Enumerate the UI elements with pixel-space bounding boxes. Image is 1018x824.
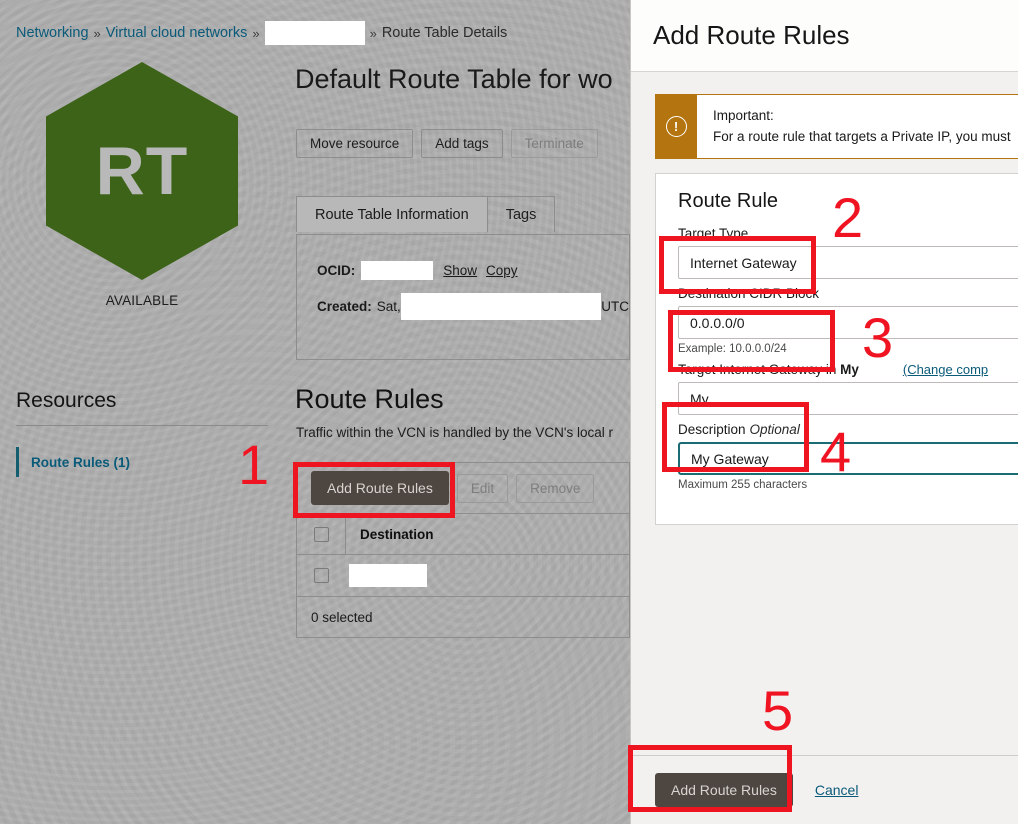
route-rule-card: Route Rule Target Type Destination CIDR … (655, 173, 1018, 525)
resources-heading: Resources (16, 389, 117, 412)
select-all-checkbox[interactable] (313, 526, 329, 542)
action-button-row: Move resource Add tags Terminate (296, 129, 598, 158)
ocid-row: OCID: Show Copy (317, 261, 629, 280)
created-value-redacted (400, 293, 602, 320)
resources-divider (16, 425, 268, 426)
destination-cidr-input[interactable] (678, 306, 1018, 339)
warning-title: Important: (713, 108, 774, 123)
warning-text-column: Important: For a route rule that targets… (697, 95, 1011, 158)
screenshot-root: Networking » Virtual cloud networks » » … (0, 0, 1018, 824)
destination-cidr-field: Destination CIDR Block Example: 10.0.0.0… (678, 286, 1018, 355)
status-badge: AVAILABLE (105, 293, 179, 308)
add-route-rules-button[interactable]: Add Route Rules (311, 471, 449, 505)
warning-icon-column: ! (655, 95, 697, 158)
exclamation-circle-icon: ! (665, 116, 687, 137)
description-optional-tag: Optional (749, 422, 800, 437)
add-route-rules-panel: Add Route Rules ! Important: For a route… (630, 0, 1018, 824)
description-input[interactable] (678, 442, 1018, 475)
description-label-text: Description (678, 422, 746, 437)
target-type-label: Target Type (678, 226, 749, 241)
route-rule-card-title: Route Rule (678, 190, 779, 212)
target-type-select[interactable] (678, 246, 1018, 279)
row-select-cell (297, 555, 346, 596)
target-gateway-field: Target Internet Gateway in My (Change co… (678, 362, 1018, 415)
breadcrumb: Networking » Virtual cloud networks » » … (16, 21, 507, 45)
breadcrumb-separator: » (252, 25, 260, 41)
edit-button[interactable]: Edit (456, 473, 509, 503)
created-row: Created: Sat, UTC (317, 293, 629, 320)
panel-footer: Add Route Rules Cancel (631, 755, 1018, 824)
created-prefix: Sat, (376, 299, 401, 314)
move-resource-button[interactable]: Move resource (296, 129, 414, 158)
table-header-row: Destination (297, 514, 629, 555)
route-rules-toolbar: Add Route Rules Edit Remove (297, 463, 629, 514)
submit-add-route-rules-button[interactable]: Add Route Rules (655, 773, 793, 807)
target-type-field: Target Type (678, 226, 1018, 279)
route-table-info-card: OCID: Show Copy Created: Sat, UTC (296, 234, 630, 360)
destination-value-redacted (349, 564, 427, 587)
created-label: Created: (317, 299, 372, 314)
add-tags-button[interactable]: Add tags (421, 129, 503, 158)
route-rules-subtitle: Traffic within the VCN is handled by the… (296, 425, 613, 440)
panel-header: Add Route Rules (631, 0, 1018, 72)
warning-body: For a route rule that targets a Private … (713, 129, 1011, 144)
resource-badge: RT AVAILABLE (13, 62, 271, 308)
ocid-show-link[interactable]: Show (443, 263, 477, 278)
breadcrumb-separator: » (93, 25, 101, 41)
breadcrumb-item-networking[interactable]: Networking (16, 25, 89, 41)
ocid-copy-link[interactable]: Copy (486, 263, 518, 278)
remove-button[interactable]: Remove (516, 473, 595, 503)
description-label: Description Optional (678, 422, 1018, 437)
tab-tags[interactable]: Tags (487, 196, 556, 232)
target-gateway-compartment: My (840, 362, 859, 377)
target-gateway-label-row: Target Internet Gateway in My (Change co… (678, 362, 1018, 382)
breadcrumb-redacted-item (264, 21, 365, 45)
ocid-value-redacted (361, 261, 434, 280)
route-rules-table: Add Route Rules Edit Remove Destination (296, 462, 630, 638)
sidebar-item-route-rules[interactable]: Route Rules (1) (16, 447, 130, 477)
table-row[interactable] (297, 555, 629, 597)
target-gateway-select[interactable] (678, 382, 1018, 415)
row-checkbox[interactable] (314, 568, 329, 583)
panel-body: ! Important: For a route rule that targe… (631, 72, 1018, 755)
breadcrumb-item-current: Route Table Details (381, 25, 508, 41)
created-suffix: UTC (601, 299, 629, 314)
route-rules-heading: Route Rules (295, 384, 444, 414)
description-field: DescriptionOptional Maximum 255 characte… (678, 422, 1018, 491)
description-hint: Maximum 255 characters (678, 479, 808, 491)
tab-route-table-information[interactable]: Route Table Information (296, 196, 488, 232)
hexagon-icon: RT (46, 62, 238, 280)
destination-cidr-hint: Example: 10.0.0.0/24 (678, 343, 787, 355)
destination-cidr-label: Destination CIDR Block (678, 286, 820, 301)
select-all-cell (297, 514, 346, 554)
resource-initials: RT (95, 133, 189, 209)
change-compartment-link[interactable]: (Change comp (903, 362, 988, 377)
table-footer-selected-count: 0 selected (311, 609, 373, 625)
breadcrumb-item-vcn[interactable]: Virtual cloud networks (106, 25, 248, 41)
ocid-label: OCID: (317, 263, 356, 278)
background-page: Networking » Virtual cloud networks » » … (0, 0, 630, 824)
important-warning-banner: ! Important: For a route rule that targe… (655, 94, 1018, 159)
cancel-link[interactable]: Cancel (815, 782, 859, 798)
terminate-button[interactable]: Terminate (510, 129, 598, 158)
page-title: Default Route Table for wo (295, 64, 613, 94)
panel-title: Add Route Rules (653, 20, 850, 50)
breadcrumb-separator: » (369, 25, 377, 41)
column-header-destination: Destination (360, 526, 434, 542)
tab-list: Route Table Information Tags (296, 196, 556, 232)
target-gateway-label-text: Target Internet Gateway in (678, 362, 841, 377)
sidebar-item-label: Route Rules (1) (31, 454, 131, 470)
active-indicator (16, 447, 19, 477)
target-gateway-label: Target Internet Gateway in My (678, 362, 859, 377)
